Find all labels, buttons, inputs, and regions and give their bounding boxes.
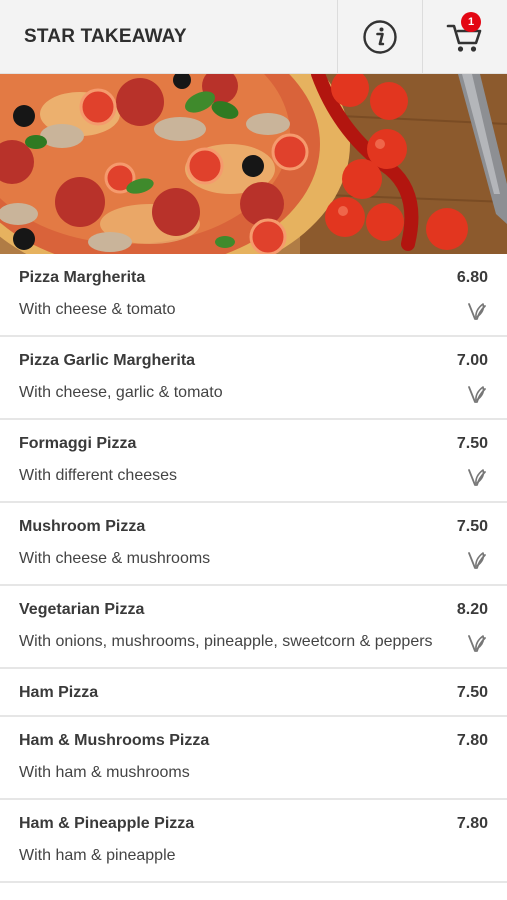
- menu-item-description: With ham & mushrooms: [19, 764, 190, 781]
- menu-item-price: 7.00: [456, 352, 488, 369]
- vegetarian-leaf-icon: [468, 469, 486, 486]
- menu-item-price: 7.50: [456, 518, 488, 535]
- menu-item-name: Ham & Pineapple Pizza: [19, 815, 195, 832]
- menu-item[interactable]: Vegetarian Pizza 8.20 With onions, mushroo…: [0, 586, 507, 669]
- menu-item-name: Formaggi Pizza: [19, 435, 137, 452]
- menu-item-name: Mushroom Pizza: [19, 518, 146, 535]
- info-button[interactable]: [337, 0, 422, 73]
- menu-item-price: 8.20: [456, 601, 488, 618]
- menu-item-price: 7.50: [456, 435, 488, 452]
- vegetarian-leaf-icon: [468, 635, 486, 652]
- menu-item-description: With cheese & mushrooms: [19, 550, 211, 567]
- menu-item-price: 6.80: [456, 269, 488, 286]
- info-icon: [363, 19, 397, 54]
- pizza-illustration: [0, 74, 507, 254]
- menu-item-name: Vegetarian Pizza: [19, 601, 145, 618]
- menu-item-description: With onions, mushrooms, pineapple, sweet…: [19, 633, 433, 650]
- menu-item[interactable]: Pizza Margherita 6.80 With cheese & tomato: [0, 254, 507, 337]
- menu-item[interactable]: Pizza Garlic Margherita 7.00 With cheese, …: [0, 337, 507, 420]
- menu-item[interactable]: Ham Pizza 7.50: [0, 669, 507, 717]
- menu-item-name: Ham Pizza: [19, 684, 99, 701]
- menu-item-price: 7.80: [456, 732, 488, 749]
- menu-item-description: With cheese & tomato: [19, 301, 176, 318]
- header-title-area: STAR TAKEAWAY: [0, 0, 337, 73]
- menu-item[interactable]: Formaggi Pizza 7.50 With different cheeses: [0, 420, 507, 503]
- vegetarian-leaf-icon: [468, 552, 486, 569]
- menu-item[interactable]: Ham & Mushrooms Pizza 7.80 With ham & mush…: [0, 717, 507, 800]
- menu-item[interactable]: Ham & Pineapple Pizza 7.80 With ham & pine…: [0, 800, 507, 883]
- menu-item-description: With ham & pineapple: [19, 847, 176, 864]
- menu-item-name: Pizza Margherita: [19, 269, 146, 286]
- cart-button[interactable]: 1: [422, 0, 507, 73]
- menu-item-price: 7.50: [456, 684, 488, 701]
- pizza-banner-image: [0, 74, 507, 254]
- menu-item-price: 7.80: [456, 815, 488, 832]
- app-header: STAR TAKEAWAY 1: [0, 0, 507, 74]
- menu-item-name: Ham & Mushrooms Pizza: [19, 732, 210, 749]
- vegetarian-leaf-icon: [468, 386, 486, 403]
- cart-count-badge: 1: [461, 12, 481, 32]
- restaurant-name: STAR TAKEAWAY: [24, 25, 187, 47]
- menu-list: Pizza Margherita 6.80 With cheese & tomato…: [0, 254, 507, 883]
- menu-item[interactable]: Mushroom Pizza 7.50 With cheese & mushroom…: [0, 503, 507, 586]
- vegetarian-leaf-icon: [468, 303, 486, 320]
- menu-item-description: With cheese, garlic & tomato: [19, 384, 223, 401]
- menu-item-name: Pizza Garlic Margherita: [19, 352, 196, 369]
- menu-item-description: With different cheeses: [19, 467, 178, 484]
